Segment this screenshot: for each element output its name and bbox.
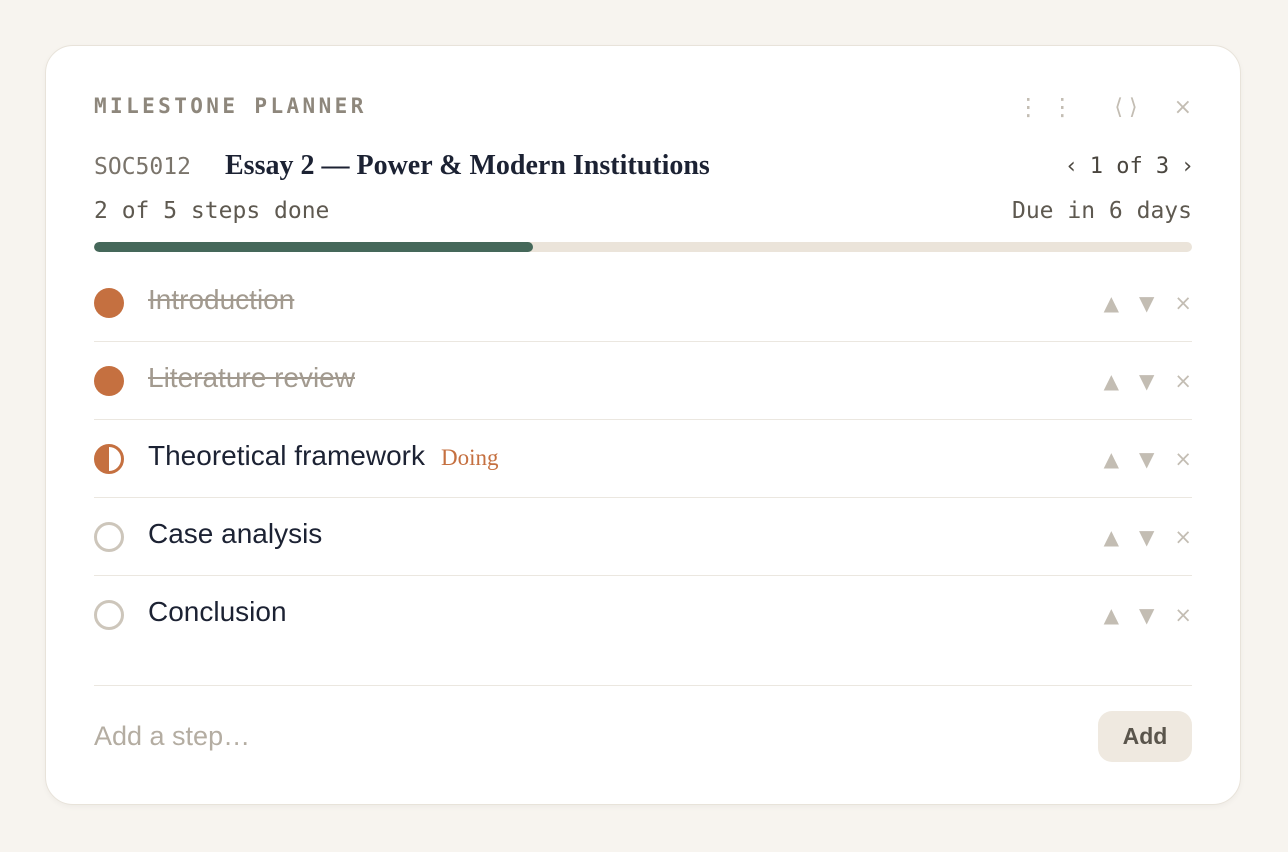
step-actions: ▲ ▼ × [1104,366,1192,396]
step-item: Conclusion ▲ ▼ × [94,576,1192,654]
step-actions: ▲ ▼ × [1104,522,1192,552]
move-down-icon[interactable]: ▼ [1139,525,1154,549]
progress-bar-fill [94,242,534,252]
due-date-text: Due in 6 days [1011,198,1192,224]
move-up-icon[interactable]: ▲ [1104,369,1119,393]
planner-label: MILESTONE PLANNER [94,94,367,118]
step-label: Literature review [148,362,371,394]
milestone-planner-card: MILESTONE PLANNER ⋮⋮ ⟨⟩ × SOC5012 Essay … [45,45,1241,805]
step-label-text: Literature review [148,362,355,393]
previous-assignment-button[interactable]: ‹ [1067,154,1076,179]
delete-step-icon[interactable]: × [1174,291,1192,315]
delete-step-icon[interactable]: × [1174,603,1192,627]
progress-bar [94,242,1192,252]
delete-step-icon[interactable]: × [1174,369,1192,393]
step-label: Introduction [148,284,310,316]
close-icon[interactable]: × [1174,95,1192,120]
step-item: Theoretical framework Doing ▲ ▼ × [94,420,1192,498]
step-label-text: Theoretical framework [148,440,425,471]
step-status-badge: Doing [440,445,499,470]
step-label: Conclusion [148,596,303,628]
move-down-icon[interactable]: ▼ [1139,603,1154,627]
steps-done-summary: 2 of 5 steps done [94,198,330,224]
next-assignment-button[interactable]: › [1183,154,1192,179]
step-actions: ▲ ▼ × [1104,288,1192,318]
expand-icon[interactable]: ⟨⟩ [1114,95,1143,120]
assignment-title-row: SOC5012 Essay 2 — Power & Modern Institu… [94,150,1192,186]
step-item: Introduction ▲ ▼ × [94,264,1192,342]
delete-step-icon[interactable]: × [1174,525,1192,549]
step-list: Introduction ▲ ▼ × Literature review ▲ ▼… [94,264,1192,654]
add-step-input[interactable] [94,710,1054,762]
move-up-icon[interactable]: ▲ [1104,447,1119,471]
step-label: Case analysis [148,518,338,550]
step-actions: ▲ ▼ × [1104,600,1192,630]
window-controls: ⋮⋮ ⟨⟩ × [1016,92,1192,122]
card-content: MILESTONE PLANNER ⋮⋮ ⟨⟩ × SOC5012 Essay … [94,46,1192,804]
step-label: Theoretical framework Doing [148,440,498,472]
delete-step-icon[interactable]: × [1174,447,1192,471]
step-label-text: Conclusion [148,596,287,627]
add-step-button[interactable]: Add [1098,711,1192,762]
pager-text: 1 of 3 [1089,154,1170,179]
step-status-icon[interactable] [94,288,124,318]
step-status-icon[interactable] [94,600,124,630]
move-up-icon[interactable]: ▲ [1104,291,1119,315]
assignment-pager: ‹ 1 of 3 › [1067,154,1192,179]
card-header: MILESTONE PLANNER ⋮⋮ ⟨⟩ × [94,92,1192,122]
progress-status-row: 2 of 5 steps done Due in 6 days [94,198,1192,228]
step-label-text: Introduction [148,284,295,315]
assignment-title: Essay 2 — Power & Modern Institutions [225,150,710,181]
step-status-icon[interactable] [94,522,124,552]
step-status-icon[interactable] [94,444,124,474]
move-up-icon[interactable]: ▲ [1104,525,1119,549]
step-status-icon[interactable] [94,366,124,396]
move-up-icon[interactable]: ▲ [1104,603,1119,627]
footer-divider [94,685,1192,686]
move-down-icon[interactable]: ▼ [1139,369,1154,393]
step-item: Case analysis ▲ ▼ × [94,498,1192,576]
move-down-icon[interactable]: ▼ [1139,447,1154,471]
step-actions: ▲ ▼ × [1104,444,1192,474]
step-label-text: Case analysis [148,518,323,549]
course-code: SOC5012 [94,154,191,180]
drag-handle-icon[interactable]: ⋮⋮ [1016,93,1084,121]
step-item: Literature review ▲ ▼ × [94,342,1192,420]
move-down-icon[interactable]: ▼ [1139,291,1154,315]
